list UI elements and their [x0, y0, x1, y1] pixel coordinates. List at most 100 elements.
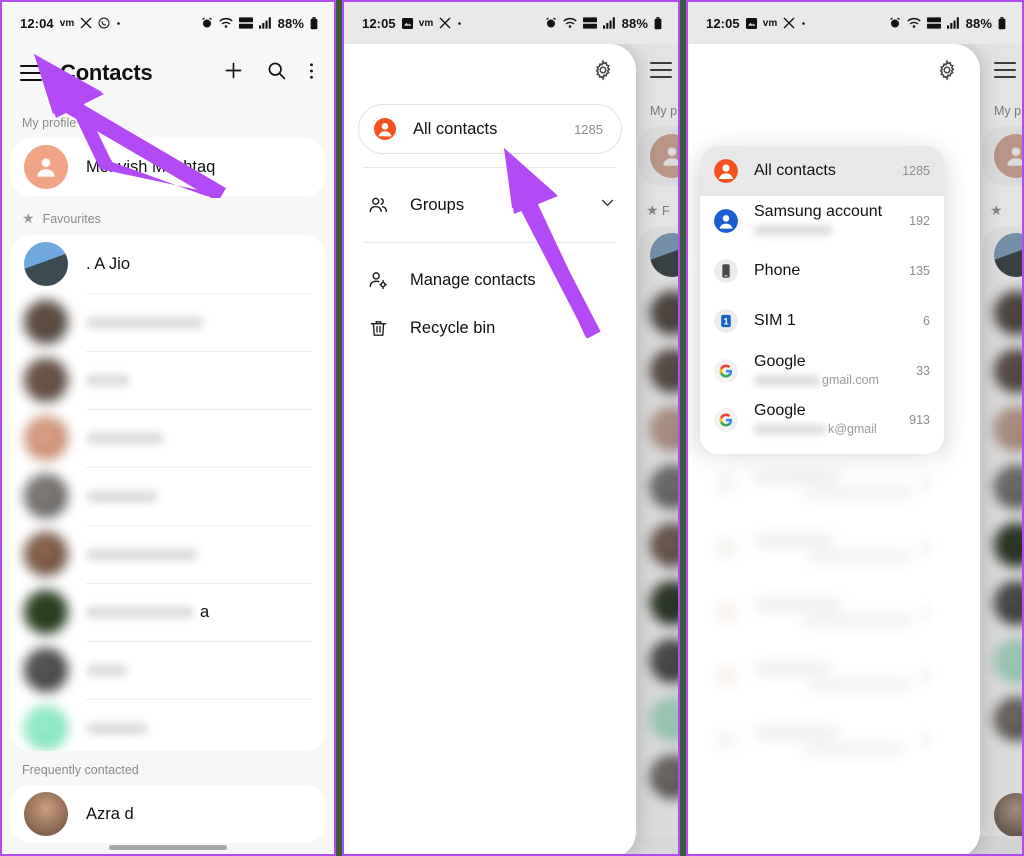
account-count: 913: [909, 413, 930, 427]
samsung-account-icon: [712, 207, 740, 235]
divider: [364, 242, 616, 243]
divider: [364, 167, 616, 168]
list-item[interactable]: Azra d: [10, 785, 326, 843]
list-item[interactable]: [10, 641, 326, 699]
list-item[interactable]: [10, 525, 326, 583]
drawer-item-groups[interactable]: Groups: [344, 181, 636, 229]
account-row-phone[interactable]: Phone 135: [700, 246, 944, 296]
battery-icon: [310, 16, 318, 30]
avatar: [24, 242, 68, 286]
account-row-google-1[interactable]: Google gmail.com 33: [700, 346, 944, 396]
battery-percent: 88%: [965, 15, 992, 31]
contact-name-visible-part: a: [200, 602, 210, 621]
google-icon: [712, 534, 740, 562]
account-row-all-contacts[interactable]: All contacts 1285: [700, 146, 944, 196]
dot-indicator-icon: [457, 21, 462, 26]
account-row[interactable]: 5: [700, 708, 944, 772]
signal-bars-icon: [602, 17, 616, 29]
volte-lte-icon: [238, 17, 253, 29]
account-row[interactable]: 0: [700, 516, 944, 580]
avatar: [24, 300, 68, 344]
person-gear-icon: [366, 268, 390, 292]
list-item[interactable]: [10, 409, 326, 467]
carrier-label: vm: [762, 17, 778, 29]
star-icon: ★: [22, 210, 35, 226]
contacts-app-body: Contacts My profile Mehvish Mushtaq ★ Fa…: [2, 44, 334, 854]
wifi-icon: [563, 17, 577, 29]
account-row-google-2[interactable]: Google k@gmail 913: [700, 396, 944, 454]
home-handle[interactable]: [109, 844, 227, 850]
account-count: 1: [923, 605, 930, 619]
my-profile-label: My profile: [22, 116, 77, 130]
account-name: Google: [754, 353, 806, 370]
account-list-sheet: All contacts 1285 Samsung account 192 Ph…: [700, 146, 944, 454]
account-email: [754, 223, 834, 237]
contact-name: [86, 547, 198, 561]
panel-navigation-drawer: 12:05 vm 88% My p ★ F All contacts 1285 …: [342, 0, 680, 856]
google-icon: [712, 406, 740, 434]
contact-name: [86, 315, 204, 329]
chevron-down-icon[interactable]: [599, 194, 616, 216]
account-name: Google: [754, 402, 806, 419]
list-item[interactable]: [10, 699, 326, 751]
account-name: All contacts: [754, 162, 836, 179]
list-item[interactable]: [10, 351, 326, 409]
account-row[interactable]: 0: [700, 644, 944, 708]
panel-account-picker: 12:05 vm 88% My p ★ All contacts 1285 Sa…: [686, 0, 1024, 856]
search-icon[interactable]: [266, 60, 287, 86]
gear-icon[interactable]: [592, 58, 614, 86]
status-bar: 12:05 vm 88%: [688, 2, 1022, 44]
all-contacts-row[interactable]: All contacts 1285: [358, 104, 622, 154]
contact-name: [86, 663, 128, 677]
drawer-scene: My p ★ F All contacts 1285 Groups Manage…: [344, 44, 678, 854]
nav-bar: [2, 836, 334, 854]
avatar: [24, 706, 68, 750]
account-row[interactable]: 0: [700, 452, 944, 516]
contact-name: Azra d: [86, 804, 134, 823]
account-count: 192: [909, 214, 930, 228]
plus-icon[interactable]: [223, 60, 244, 86]
account-count: 1285: [902, 164, 930, 178]
favourites-card: . A Jio a: [10, 235, 326, 751]
avatar: [24, 648, 68, 692]
list-item[interactable]: a: [10, 583, 326, 641]
dot-indicator-icon: [801, 21, 806, 26]
profile-name: Mehvish Mushtaq: [86, 157, 216, 176]
sim-card-icon: 1: [712, 307, 740, 335]
dot-indicator-icon: [116, 21, 121, 26]
profile-row[interactable]: Mehvish Mushtaq: [10, 138, 326, 196]
account-row-sim1[interactable]: 1 SIM 1 6: [700, 296, 944, 346]
drawer-item-label: Manage contacts: [410, 270, 536, 289]
signal-bars-icon: [258, 17, 272, 29]
whatsapp-icon: [98, 17, 110, 29]
account-email: k@gmail: [754, 422, 877, 436]
my-profile-card[interactable]: Mehvish Mushtaq: [10, 138, 326, 196]
status-time: 12:05: [706, 15, 740, 31]
list-item[interactable]: [10, 293, 326, 351]
google-icon: [712, 357, 740, 385]
account-count: 33: [916, 364, 930, 378]
wifi-icon: [907, 17, 921, 29]
avatar: [24, 145, 68, 189]
account-row[interactable]: 1: [700, 580, 944, 644]
drawer-item-recycle-bin[interactable]: Recycle bin: [344, 304, 636, 352]
alarm-icon: [201, 17, 213, 29]
account-name: Phone: [754, 262, 801, 279]
x-app-icon: [783, 17, 795, 29]
drawer-item-manage-contacts[interactable]: Manage contacts: [344, 256, 636, 304]
x-app-icon: [439, 17, 451, 29]
frequently-contacted-card: Azra d: [10, 785, 326, 843]
contact-name: [86, 373, 130, 387]
account-row-samsung[interactable]: Samsung account 192: [700, 196, 944, 246]
gear-icon[interactable]: [936, 58, 958, 86]
carrier-label: vm: [59, 17, 75, 29]
all-contacts-count: 1285: [574, 121, 603, 137]
all-contacts-label: All contacts: [413, 119, 498, 138]
hamburger-menu-icon[interactable]: [20, 65, 42, 81]
list-item[interactable]: [10, 467, 326, 525]
kebab-menu-icon[interactable]: [309, 61, 314, 86]
list-item[interactable]: . A Jio: [10, 235, 326, 293]
account-count: 0: [923, 477, 930, 491]
alarm-icon: [889, 17, 901, 29]
x-app-icon: [80, 17, 92, 29]
